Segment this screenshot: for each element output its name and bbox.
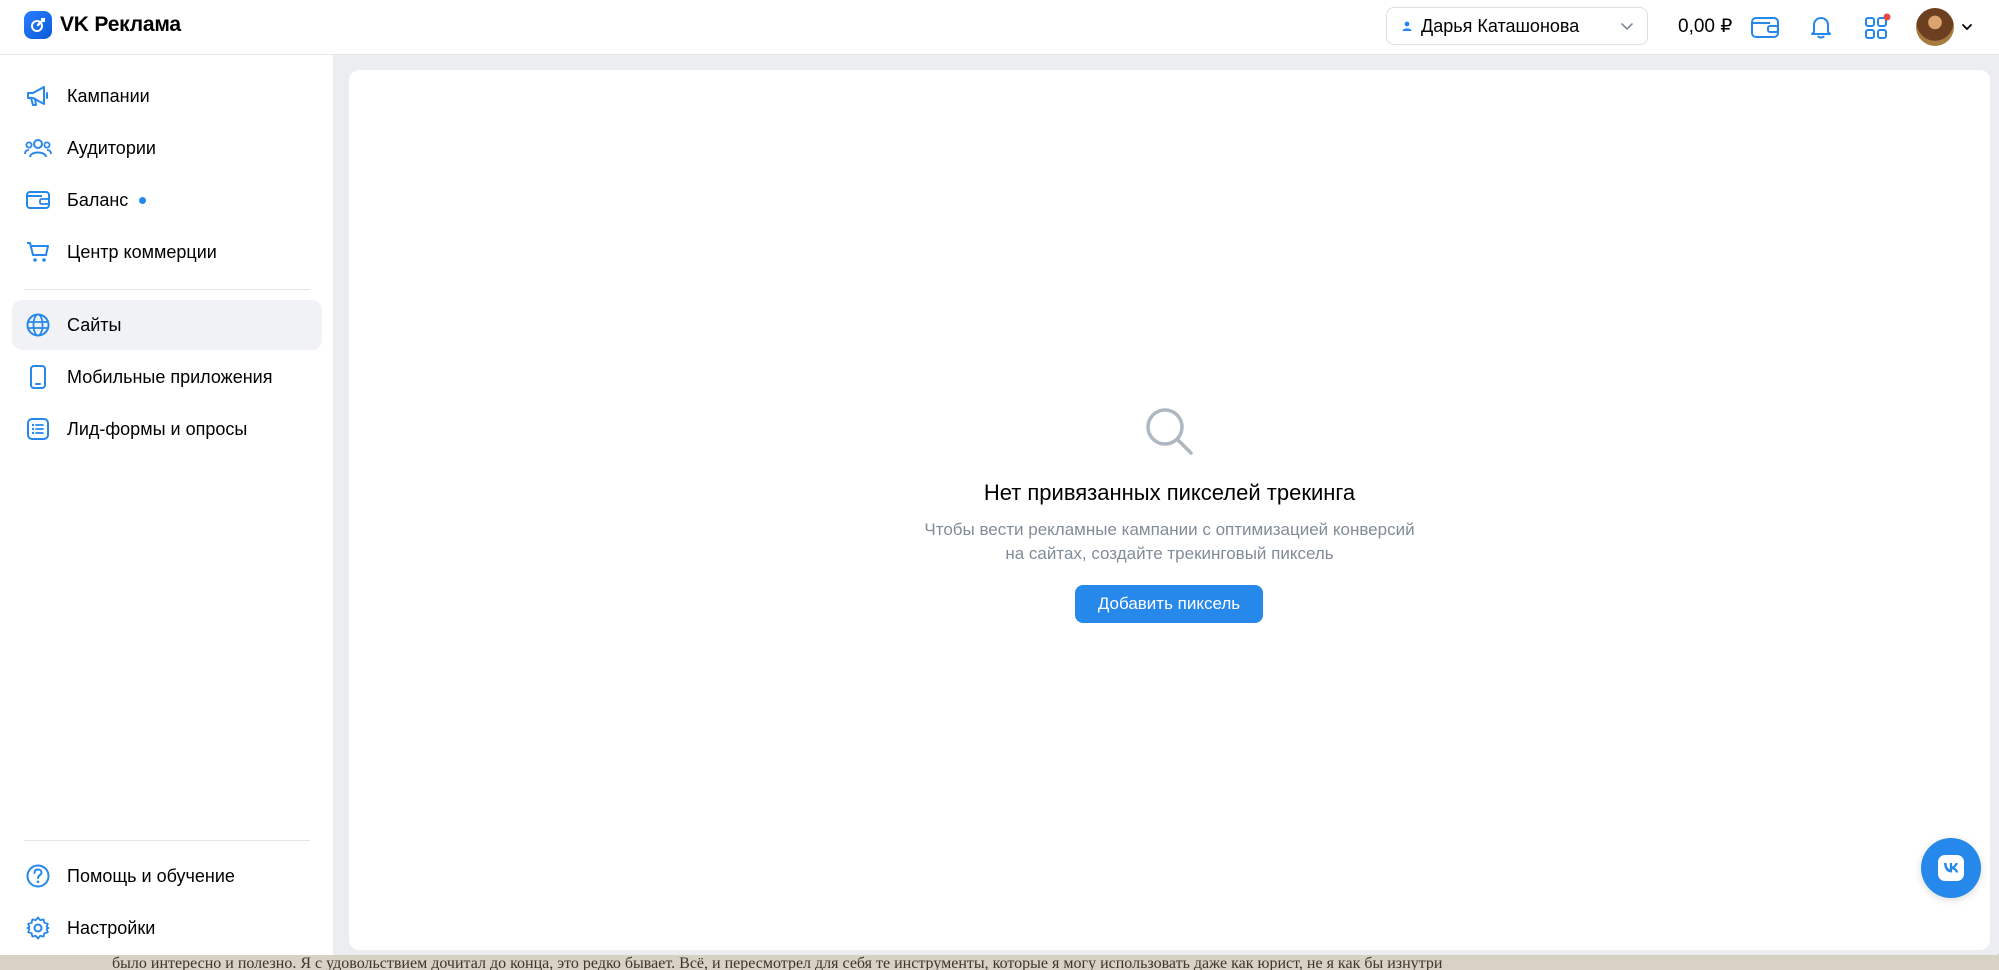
person-icon (1402, 21, 1412, 31)
sidebar-item-commerce-center[interactable]: Центр коммерции (12, 227, 322, 277)
wallet-icon (24, 186, 52, 214)
unread-dot (139, 196, 147, 204)
sidebar-item-audiences[interactable]: Аудитории (12, 123, 322, 173)
globe-icon (24, 311, 52, 339)
sidebar-item-balance[interactable]: Баланс (12, 175, 322, 225)
empty-state-description: Чтобы вести рекламные кампании с оптимиз… (349, 518, 1990, 566)
sidebar-item-lead-forms[interactable]: Лид-формы и опросы (12, 404, 322, 454)
profile-menu[interactable] (1916, 8, 1974, 46)
background-text: было интересно и полезно. Я с удовольств… (112, 955, 1443, 970)
apps-grid-icon (1865, 13, 1891, 39)
help-icon (24, 862, 52, 890)
main-content: Нет привязанных пикселей трекинга Чтобы … (349, 70, 1990, 950)
add-pixel-button[interactable]: Добавить пиксель (1075, 585, 1263, 623)
sidebar-item-campaigns[interactable]: Кампании (12, 71, 322, 121)
wallet-icon (1751, 17, 1779, 38)
sidebar-item-label: Лид-формы и опросы (67, 418, 248, 439)
chevron-down-icon (1621, 23, 1633, 31)
sidebar-divider (24, 289, 310, 290)
empty-state-description-line: на сайтах, создайте трекинговый пиксель (1005, 544, 1334, 563)
logo-text: VK Реклама (60, 13, 181, 36)
sidebar-item-label: Аудитории (67, 137, 156, 158)
account-name: Дарья Каташонова (1421, 15, 1580, 36)
balance-amount[interactable]: 0,00 ₽ (1678, 15, 1732, 38)
services-button[interactable] (1862, 12, 1892, 42)
sidebar-divider (24, 840, 310, 841)
empty-state-title: Нет привязанных пикселей трекинга (983, 480, 1356, 505)
sidebar-item-label: Мобильные приложения (67, 366, 273, 387)
sidebar-item-label: Центр коммерции (67, 241, 217, 262)
vk-logo-icon (1938, 855, 1964, 881)
sidebar-item-label: Настройки (67, 917, 156, 938)
sidebar: Кампании Аудитории Баланс Центр коммерци… (0, 55, 333, 965)
sidebar-item-label: Помощь и обучение (67, 865, 235, 886)
vk-ads-logo-icon (24, 11, 52, 39)
sidebar-item-label: Баланс (67, 189, 129, 210)
vk-ads-logo[interactable]: VK Реклама (24, 11, 181, 39)
list-form-icon (24, 415, 52, 443)
bell-icon (1811, 17, 1831, 39)
notifications-button[interactable] (1806, 12, 1836, 42)
account-selector[interactable]: Дарья Каташонова (1386, 7, 1648, 45)
top-header: VK Реклама Дарья Каташонова 0,00 ₽ (0, 0, 1999, 55)
vk-chat-button[interactable] (1921, 838, 1981, 898)
app-window: VK Реклама Дарья Каташонова 0,00 ₽ Кампа… (0, 0, 1999, 965)
sidebar-item-help[interactable]: Помощь и обучение (12, 851, 322, 901)
sidebar-item-label: Сайты (67, 314, 122, 335)
cart-icon (24, 238, 52, 266)
users-icon (24, 134, 52, 162)
wallet-button[interactable] (1750, 12, 1780, 42)
search-icon (1146, 408, 1193, 455)
chevron-down-icon (1962, 24, 1972, 31)
sidebar-item-mobile-apps[interactable]: Мобильные приложения (12, 352, 322, 402)
sidebar-item-sites[interactable]: Сайты (12, 300, 322, 350)
megaphone-icon (24, 82, 52, 110)
background-window: было интересно и полезно. Я с удовольств… (0, 955, 1999, 970)
smartphone-icon (24, 363, 52, 391)
gear-icon (24, 914, 52, 942)
sidebar-item-settings[interactable]: Настройки (12, 903, 262, 953)
avatar (1916, 8, 1954, 46)
sidebar-item-label: Кампании (67, 85, 150, 106)
empty-state-description-line: Чтобы вести рекламные кампании с оптимиз… (924, 520, 1415, 539)
